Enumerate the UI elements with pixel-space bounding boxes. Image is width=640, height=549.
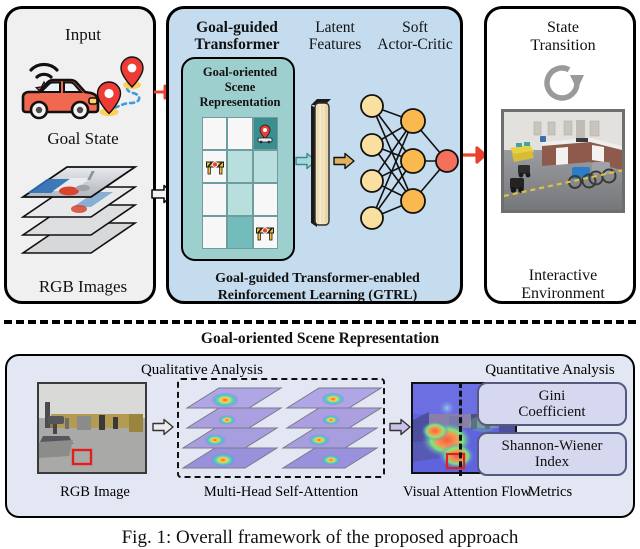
metric-shannon-text: Shannon-Wiener Index	[501, 438, 602, 471]
input-panel: Input Goal State RGB Images	[4, 6, 156, 304]
scene-grid-cell-r2-c2	[228, 151, 252, 182]
scene-grid-cell-r1-c2	[228, 118, 252, 149]
map-pin-start-icon	[96, 81, 122, 117]
figure-root: Input Goal State RGB Images Goal-guided …	[0, 0, 640, 549]
goal-oriented-scene-representation-box: Goal-oriented Scene Representation	[181, 57, 295, 261]
barrier-icon	[255, 223, 275, 243]
multi-head-self-attention-label: Multi-Head Self-Attention	[203, 484, 359, 500]
goal-state-illustration	[15, 53, 151, 127]
scene-grid	[202, 117, 278, 249]
scene-grid-cell-r3-c1	[203, 184, 227, 215]
barrier-icon	[205, 157, 225, 177]
scene-grid-cell-r4-c1	[203, 217, 227, 248]
metric-shannon-line2: Index	[534, 454, 570, 470]
scene-grid-cell-r4-c3	[253, 217, 277, 248]
interactive-environment-photo	[501, 109, 625, 213]
scene-grid-cell-r1-c3	[253, 118, 277, 149]
scene-grid-cell-r1-c1	[203, 118, 227, 149]
metric-chip-gini-coefficient[interactable]: Gini Coefficient	[477, 382, 627, 426]
goal-state-label: Goal State	[47, 129, 119, 148]
attention-group-left	[181, 387, 283, 469]
arrow-gtrl-to-environment	[463, 146, 486, 164]
latent-features-bar	[308, 97, 331, 227]
latent-title-line1: Latent	[315, 19, 355, 36]
rgb-images-label: RGB Images	[38, 277, 128, 296]
scene-grid-cell-r2-c1	[203, 151, 227, 182]
state-transition-title: State Transition	[487, 19, 639, 55]
metric-gini-line2: Coefficient	[518, 404, 586, 420]
qualitative-analysis-label: Qualitative Analysis	[140, 362, 264, 378]
goal-guided-transformer-title: Goal-guided Transformer	[177, 19, 297, 54]
scene-grid-cell-r3-c3	[253, 184, 277, 215]
sac-title-line1: Soft	[402, 19, 428, 36]
headlight-icon	[88, 97, 98, 105]
goal-state-svg	[21, 56, 144, 120]
metric-gini-text: Gini Coefficient	[518, 388, 585, 421]
ienv-line1: Interactive	[528, 267, 598, 284]
ggt-title-line1: Goal-guided	[196, 19, 278, 36]
multi-head-self-attention-box	[177, 378, 385, 478]
state-title-line1: State	[547, 19, 579, 36]
interactive-environment-label: Interactive Environment	[487, 267, 639, 303]
indoor-lab-scene	[504, 112, 622, 210]
latent-features-title: Latent Features	[297, 19, 373, 54]
environment-panel: State Transition Interactive Environment	[484, 6, 636, 304]
car-icon	[21, 78, 100, 120]
top-row: Input Goal State RGB Images Goal-guided …	[0, 2, 640, 308]
input-panel-title: Input	[65, 25, 101, 44]
latent-vector-icon	[311, 99, 331, 227]
gosr-title: Goal-oriented Scene Representation	[183, 65, 297, 109]
attention-group-right	[281, 387, 383, 469]
attention-head-stacks	[181, 387, 383, 469]
gosr-title-line3: Representation	[199, 94, 281, 109]
simulated-indoor-scene	[39, 384, 145, 472]
wifi-icon	[29, 62, 59, 79]
ggt-title-line2: Transformer	[194, 36, 280, 54]
map-pin-goal-icon	[120, 56, 144, 89]
sac-title-line2: Actor-Critic	[377, 36, 453, 54]
arrow-attention-to-flow	[389, 418, 411, 436]
goal-marker-icon	[255, 124, 275, 144]
bottom-rgb-image	[37, 382, 147, 474]
gtrl-footer-line1: Goal-guided Transformer-enabled	[215, 271, 420, 286]
gtrl-footer-line2: Reinforcement Learning (GTRL)	[217, 287, 418, 303]
state-title-line2: Transition	[530, 36, 596, 54]
bottom-section-title: Goal-oriented Scene Representation	[200, 330, 440, 347]
neural-network-icon	[360, 94, 459, 230]
gtrl-footer: Goal-guided Transformer-enabled Reinforc…	[173, 271, 462, 305]
latent-title-line2: Features	[308, 36, 362, 54]
gosr-title-line2: Scene	[224, 79, 256, 94]
gosr-title-line1: Goal-oriented	[202, 65, 278, 79]
scene-grid-cell-r2-c3	[253, 151, 277, 182]
metrics-label: Metrics	[527, 484, 573, 500]
soft-actor-critic-title: Soft Actor-Critic	[365, 19, 465, 54]
arrow-latent-to-actor-critic	[333, 152, 355, 170]
section-divider	[4, 320, 636, 324]
metric-shannon-line1: Shannon-Wiener	[501, 437, 603, 454]
quantitative-analysis-label: Quantitative Analysis	[485, 362, 615, 378]
gtrl-panel: Goal-guided Transformer Latent Features …	[166, 6, 463, 304]
scene-grid-cell-r4-c2	[228, 217, 252, 248]
bottom-rgb-image-label: RGB Image	[60, 484, 130, 500]
scene-grid-cell-r3-c2	[228, 184, 252, 215]
metric-chip-shannon-wiener-index[interactable]: Shannon-Wiener Index	[477, 432, 627, 476]
ienv-line2: Environment	[521, 284, 605, 302]
metric-gini-line1: Gini	[538, 387, 566, 404]
soft-actor-critic-network	[355, 89, 463, 234]
analysis-vertical-separator	[459, 382, 462, 476]
rgb-image-stack	[17, 149, 149, 269]
figure-caption: Fig. 1: Overall framework of the propose…	[121, 527, 519, 548]
analysis-panel: Qualitative Analysis Quantitative Analys…	[5, 354, 635, 518]
network-hidden-layer	[400, 108, 426, 214]
arrow-rgb-to-attention	[152, 418, 174, 436]
image-stack-icon	[20, 166, 138, 254]
refresh-circular-arrow-icon	[539, 61, 587, 103]
network-output-layer	[435, 149, 459, 173]
